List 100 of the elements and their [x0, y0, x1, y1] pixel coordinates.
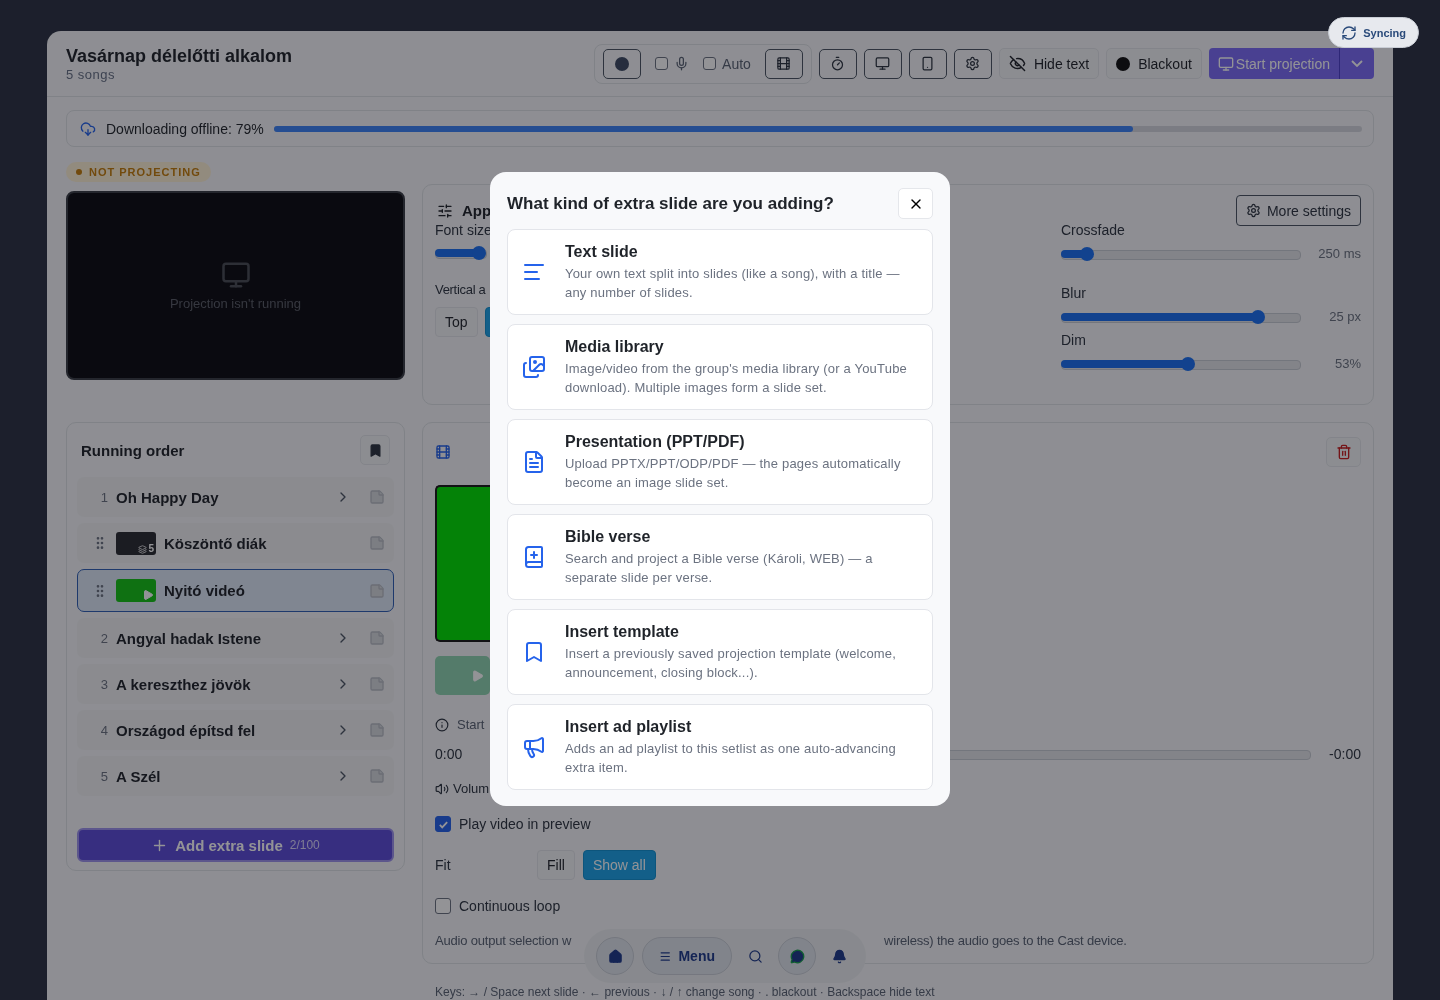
more-settings-button[interactable]: More settings: [1235, 195, 1361, 226]
info-icon: [435, 717, 449, 732]
option-title: Media library: [565, 337, 665, 356]
item-title: A kereszthez jövök: [116, 675, 252, 693]
running-order-item[interactable]: 2 Angyal hadak Istene: [77, 618, 394, 658]
running-order-item[interactable]: 5 Köszöntő diák: [77, 523, 394, 563]
layers-icon: [138, 544, 148, 554]
checkbox[interactable]: [435, 816, 451, 832]
option-description: Upload PPTX/PPT/ODP/PDF — the pages automatically become an image slide set.: [565, 454, 902, 492]
option-description: Image/video from the group's media library (or a YouTube download). Multiple images form a slide set.: [565, 359, 908, 397]
keyboard-hint: Keys: → / Space next slide · ← previous · ↓ / ↑ change song · . blackout · Backspace hide text: [434, 985, 935, 999]
add-extra-slide-button[interactable]: Add extra slide 2/100: [77, 828, 394, 862]
chat-button[interactable]: [778, 937, 816, 975]
slide-type-option[interactable]: Insert ad playlist Adds an ad playlist to this setlist as one auto-advancing extra item.: [507, 704, 933, 790]
effect-slider[interactable]: [1061, 309, 1301, 324]
bookmark-button[interactable]: [360, 435, 390, 465]
item-title: A Szél: [116, 767, 162, 785]
effect-label: Blur: [1061, 285, 1086, 301]
option-description: Adds an ad playlist to this setlist as one auto-advancing extra item.: [565, 739, 897, 777]
megaphone-icon: [522, 735, 546, 759]
home-button[interactable]: [596, 937, 634, 975]
running-order-item[interactable]: Nyitó videó: [77, 569, 394, 612]
phone-icon: [920, 56, 936, 71]
menu-button[interactable]: Menu: [642, 937, 732, 975]
phone-button[interactable]: [908, 48, 947, 79]
microphone-icon: [674, 56, 690, 71]
running-order-item[interactable]: 1 Oh Happy Day: [77, 477, 394, 517]
song-count: 5 songs: [66, 66, 117, 82]
cloud-download-icon: [80, 120, 96, 137]
option-description: Your own text split into slides (like a song), with a title — any number of slides.: [565, 264, 901, 302]
slider-reading: 25 px: [1328, 309, 1361, 324]
option-title: Bible verse: [565, 527, 652, 546]
stopwatch-icon: [830, 56, 846, 71]
film-icon: [776, 56, 792, 71]
align-option[interactable]: Top: [435, 307, 478, 337]
blackout-button[interactable]: Blackout: [1106, 48, 1202, 79]
timer-button[interactable]: [818, 48, 857, 79]
play-icon: [471, 667, 484, 684]
close-button[interactable]: [898, 188, 933, 219]
download-label: Downloading offline: 79%: [106, 120, 264, 137]
slide-type-option[interactable]: Bible verse Search and project a Bible verse (Károli, WEB) — a separate slide per verse.: [507, 514, 933, 600]
running-order-item[interactable]: 5 A Szél: [77, 756, 394, 796]
auto-label: Auto: [722, 55, 751, 72]
film-icon: [435, 444, 451, 460]
auto-checkbox[interactable]: [703, 57, 717, 70]
slider-reading: 250 ms: [1317, 246, 1361, 261]
item-number: 1: [99, 489, 108, 505]
syncing-toast: Syncing: [1328, 17, 1419, 48]
item-title: Oh Happy Day: [116, 488, 220, 506]
slide-type-option[interactable]: Text slide Your own text split into slides (like a song), with a title — any number of slides.: [507, 229, 933, 315]
sliders-icon: [437, 202, 453, 219]
slide-type-option[interactable]: Media library Image/video from the group's media library (or a YouTube download). Multiple images form a slide set.: [507, 324, 933, 410]
slide-type-option[interactable]: Insert template Insert a previously saved projection template (welcome, announcement, closing block...).: [507, 609, 933, 695]
start-projection-button[interactable]: Start projection: [1208, 48, 1340, 79]
panel-title: App: [462, 202, 492, 219]
hide-text-button[interactable]: Hide text: [998, 48, 1100, 79]
record-button[interactable]: [603, 48, 642, 79]
item-title: Országod építsd fel: [116, 721, 257, 739]
monitor-button[interactable]: [863, 48, 902, 79]
effect-slider[interactable]: [1061, 246, 1301, 261]
search-icon: [747, 948, 763, 964]
item-title: Nyitó videó: [164, 582, 246, 599]
option-title: Insert template: [565, 622, 680, 641]
record-icon: [614, 55, 631, 72]
effect-slider[interactable]: [1061, 356, 1301, 371]
fit-label: Fit: [435, 857, 452, 873]
volume-label: Volum: [453, 781, 490, 796]
item-title: Köszöntő diák: [164, 534, 268, 552]
slide-type-option[interactable]: Presentation (PPT/PDF) Upload PPTX/PPT/ODP/PDF — the pages automatically become an image slide set.: [507, 419, 933, 505]
running-order-item[interactable]: 4 Országod építsd fel: [77, 710, 394, 750]
play-icon: [142, 589, 154, 601]
slide-count: 5: [148, 542, 154, 554]
dot-icon: [1116, 56, 1131, 71]
running-order-item[interactable]: 3 A kereszthez jövök: [77, 664, 394, 704]
settings-icon: [965, 56, 981, 71]
vertical-align-label: Vertical a: [435, 282, 486, 297]
film-button[interactable]: [764, 48, 803, 79]
option-description: Insert a previously saved projection template (welcome, announcement, closing block...).: [565, 644, 898, 682]
dropdown-button[interactable]: [1340, 48, 1374, 79]
delete-button[interactable]: [1326, 437, 1361, 467]
eye-off-icon: [1008, 55, 1026, 72]
slider-reading: 53%: [1333, 356, 1361, 371]
sync-icon: [1341, 24, 1358, 41]
bookmark-icon: [367, 442, 383, 458]
document-icon: [522, 450, 546, 474]
monitor-icon: [220, 260, 251, 290]
elapsed-time: 0:00: [435, 746, 464, 762]
checkbox[interactable]: [435, 898, 451, 914]
option-title: Text slide: [565, 242, 639, 261]
item-number: 2: [99, 630, 108, 646]
mic-checkbox[interactable]: [655, 57, 669, 70]
settings-icon: [1245, 203, 1261, 218]
fit-option[interactable]: Fill: [537, 850, 575, 880]
option-title: Presentation (PPT/PDF): [565, 432, 746, 451]
settings-button[interactable]: [953, 48, 992, 79]
volume-icon: [435, 781, 449, 796]
images-icon: [522, 355, 546, 379]
chevron-down-icon: [1351, 60, 1363, 67]
font-size-slider[interactable]: [435, 246, 487, 260]
effect-label: Crossfade: [1061, 222, 1125, 238]
